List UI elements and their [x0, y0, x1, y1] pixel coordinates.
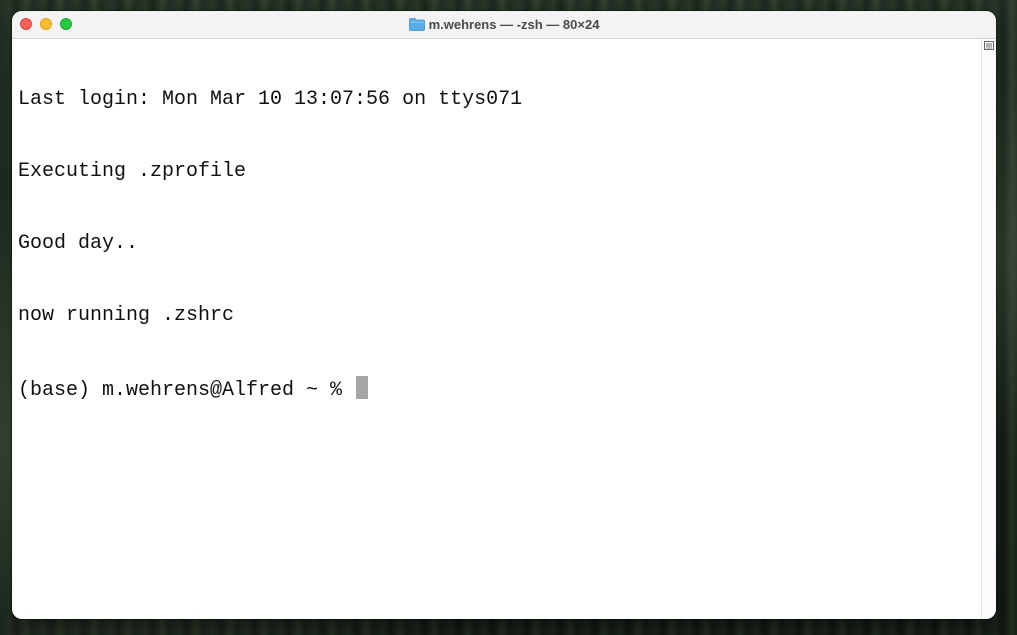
terminal-line: now running .zshrc	[18, 304, 235, 327]
terminal-line: Executing .zprofile	[18, 160, 247, 183]
terminal-line: Good day..	[18, 232, 139, 255]
shell-prompt: (base) m.wehrens@Alfred ~ %	[18, 379, 355, 402]
terminal-output[interactable]: Last login: Mon Mar 10 13:07:56 on ttys0…	[18, 40, 980, 619]
terminal-window: m.wehrens — -zsh — 80×24 Last login: Mon…	[12, 11, 996, 619]
terminal-line: Last login: Mon Mar 10 13:07:56 on ttys0…	[18, 88, 523, 111]
folder-icon	[408, 18, 425, 31]
text-cursor	[356, 376, 369, 399]
prompt-line[interactable]: (base) m.wehrens@Alfred ~ %	[18, 376, 980, 402]
title-bar[interactable]: m.wehrens — -zsh — 80×24	[12, 11, 996, 39]
vertical-scrollbar[interactable]	[981, 39, 996, 619]
terminal-content[interactable]: Last login: Mon Mar 10 13:07:56 on ttys0…	[12, 39, 996, 619]
window-title: m.wehrens — -zsh — 80×24	[12, 11, 996, 38]
window-title-text: m.wehrens — -zsh — 80×24	[428, 17, 600, 32]
desktop-background: m.wehrens — -zsh — 80×24 Last login: Mon…	[0, 0, 1017, 635]
split-pane-icon[interactable]	[984, 41, 994, 50]
